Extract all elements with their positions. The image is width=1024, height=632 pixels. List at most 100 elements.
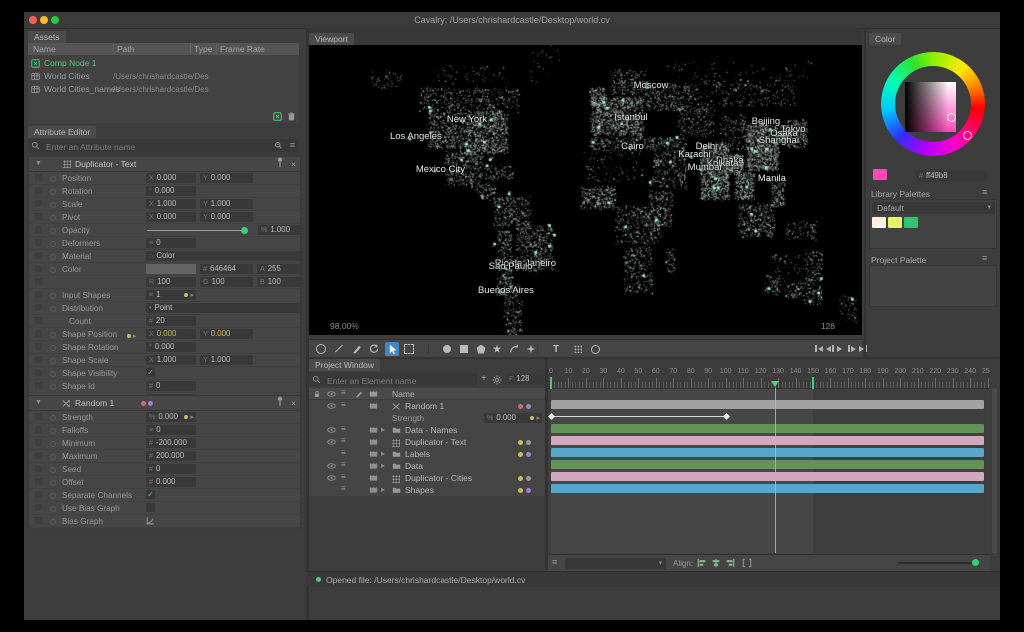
burst-shape-tool[interactable] xyxy=(524,342,538,356)
null-tool[interactable] xyxy=(588,342,602,356)
project-palette-menu-icon[interactable]: ≡ xyxy=(982,253,987,263)
attribute-enable-checkbox[interactable] xyxy=(35,439,42,446)
play-button[interactable] xyxy=(837,344,842,353)
timeline-menu-icon[interactable]: ≡ xyxy=(552,557,557,567)
value-field[interactable]: A255 xyxy=(257,264,302,274)
value-field[interactable]: Y0.000 xyxy=(200,212,253,222)
col-path[interactable]: Path xyxy=(117,44,135,54)
film-icon[interactable] xyxy=(369,450,378,459)
value-field[interactable]: %0.000▸ xyxy=(146,412,196,422)
connector-dot[interactable] xyxy=(50,428,56,434)
col-frame-rate[interactable]: Frame Rate xyxy=(220,44,265,54)
attribute-enable-checkbox[interactable] xyxy=(35,491,42,498)
step-back-button[interactable] xyxy=(826,344,834,353)
film-icon[interactable] xyxy=(369,462,378,471)
attribute-enable-checkbox[interactable] xyxy=(35,265,42,272)
trash-icon[interactable] xyxy=(287,112,296,121)
connector-dot[interactable] xyxy=(50,467,56,473)
value-field[interactable]: #646464 xyxy=(200,264,253,274)
timeline-bar[interactable] xyxy=(551,460,984,469)
eye-icon[interactable] xyxy=(327,462,336,471)
connector-dot[interactable] xyxy=(50,345,56,351)
layer-indicator-dots[interactable] xyxy=(518,488,531,493)
frame-range-icon[interactable] xyxy=(742,558,752,568)
star-shape-tool[interactable] xyxy=(490,342,504,356)
connector-dot[interactable] xyxy=(50,254,56,260)
attribute-enable-checkbox[interactable] xyxy=(35,452,42,459)
attribute-enable-checkbox[interactable] xyxy=(35,304,42,311)
lock-icon[interactable] xyxy=(313,390,322,399)
expand-chevron[interactable]: ▸ xyxy=(381,425,385,434)
layers-icon[interactable]: ≡ xyxy=(341,484,350,493)
color-value-swatch[interactable] xyxy=(146,264,196,274)
opacity-slider[interactable] xyxy=(147,230,246,232)
square-shape-tool[interactable] xyxy=(457,342,471,356)
marquee-tool[interactable] xyxy=(402,342,416,356)
timeline-bar[interactable] xyxy=(551,472,984,481)
value-field[interactable]: X1.000 xyxy=(146,199,196,209)
value-field[interactable]: •Point xyxy=(146,303,302,313)
value-field[interactable]: #200.000 xyxy=(146,451,196,461)
value-field[interactable]: Y1.000 xyxy=(200,355,253,365)
layers-icon[interactable]: ≡ xyxy=(341,424,350,433)
expand-chevron[interactable]: ▸ xyxy=(381,461,385,470)
align-left-icon[interactable] xyxy=(697,558,707,568)
timeline-zoom-slider[interactable] xyxy=(898,562,976,564)
film-icon[interactable] xyxy=(369,390,378,399)
connector-dot[interactable] xyxy=(50,480,56,486)
timeline-bar[interactable] xyxy=(551,436,984,445)
checkbox[interactable]: ✓ xyxy=(146,490,155,499)
connector-dot[interactable] xyxy=(50,241,56,247)
value-field[interactable]: Y0.000 xyxy=(200,329,253,339)
tab-assets[interactable]: Assets xyxy=(28,31,66,43)
col-name[interactable]: Name xyxy=(33,44,56,54)
close-section-icon[interactable]: × xyxy=(291,157,296,171)
attribute-enable-checkbox[interactable] xyxy=(35,426,42,433)
attribute-enable-checkbox[interactable] xyxy=(35,382,42,389)
lasso-tool[interactable] xyxy=(314,342,328,356)
value-field[interactable]: ○Color xyxy=(146,251,302,261)
pencil-icon[interactable] xyxy=(355,390,364,399)
project-row[interactable]: ≡▸Shapes xyxy=(309,484,545,497)
connector-dot[interactable] xyxy=(50,176,56,182)
value-field[interactable]: X0.000 xyxy=(146,173,196,183)
library-menu-icon[interactable]: ≡ xyxy=(982,187,987,197)
range-in-marker[interactable] xyxy=(550,377,552,389)
grid-tool[interactable] xyxy=(571,342,585,356)
frame-counter-field[interactable]: F128 xyxy=(506,374,544,384)
attribute-enable-checkbox[interactable] xyxy=(35,413,42,420)
circle-shape-tool[interactable] xyxy=(440,342,454,356)
value-field[interactable]: G100 xyxy=(200,277,253,287)
value-field[interactable]: ≡0 xyxy=(146,238,196,248)
viewport-canvas-area[interactable]: MoscowNew YorkLos AngelesIstanbulCairoBe… xyxy=(309,45,862,335)
palette-swatch[interactable] xyxy=(872,217,886,228)
connector-dot[interactable] xyxy=(50,519,56,525)
timeline-bar[interactable] xyxy=(551,424,984,433)
attribute-enable-checkbox[interactable] xyxy=(35,200,42,207)
hue-selector[interactable] xyxy=(963,131,972,140)
value-field[interactable]: Y1.000 xyxy=(200,199,253,209)
connector-dot[interactable] xyxy=(50,371,56,377)
export-asset-icon[interactable] xyxy=(273,112,282,121)
connector-dot[interactable] xyxy=(50,215,56,221)
connector-dot[interactable] xyxy=(50,228,56,234)
value-field[interactable]: B100 xyxy=(257,277,302,287)
keyframe-marker[interactable]: ▸ xyxy=(127,332,137,340)
attribute-enable-checkbox[interactable] xyxy=(35,465,42,472)
strength-value-field[interactable]: %0.000▸ xyxy=(484,413,542,423)
attribute-enable-checkbox[interactable] xyxy=(35,291,42,298)
slider-knob[interactable] xyxy=(241,227,248,234)
layers-icon[interactable]: ≡ xyxy=(341,460,350,469)
palette-dropdown[interactable]: Default▾ xyxy=(872,202,995,214)
value-field[interactable]: #0 xyxy=(146,464,196,474)
connector-dot[interactable] xyxy=(50,493,56,499)
attribute-enable-checkbox[interactable] xyxy=(35,213,42,220)
timeline-bar[interactable] xyxy=(551,484,984,493)
attribute-enable-checkbox[interactable] xyxy=(35,226,42,233)
attribute-search-input[interactable] xyxy=(44,139,238,154)
asset-row[interactable]: Comp Node 1 xyxy=(28,57,299,70)
playhead-handle[interactable] xyxy=(771,381,779,387)
palette-swatch[interactable] xyxy=(888,217,902,228)
value-field[interactable]: %1.000 xyxy=(258,225,302,235)
keyframe-line[interactable] xyxy=(551,416,726,418)
